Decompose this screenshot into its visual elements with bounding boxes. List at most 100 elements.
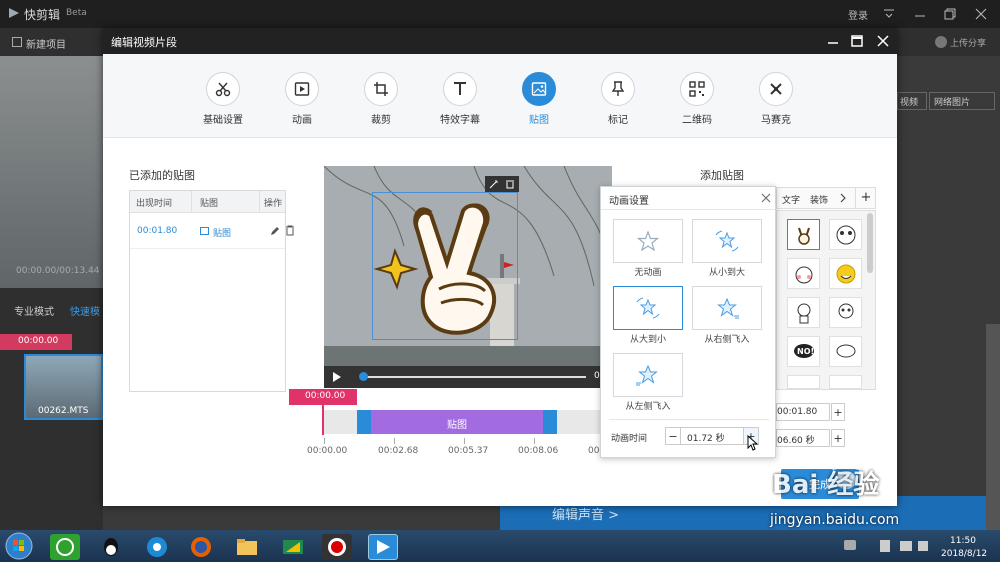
- right-scrollbar[interactable]: [986, 324, 1000, 530]
- col-sticker: 贴图: [200, 199, 219, 209]
- sticker-cat-face[interactable]: [787, 258, 820, 289]
- start-time-input[interactable]: 00:01.80: [776, 403, 830, 421]
- sticker-panda-face[interactable]: [829, 219, 862, 250]
- delete-trash-icon[interactable]: [285, 225, 295, 236]
- anim-duration-input[interactable]: 01.72 秒: [681, 427, 743, 445]
- anim-none-option[interactable]: [613, 219, 683, 263]
- anim-fly-left-option[interactable]: [613, 353, 683, 397]
- sticker-panda-body[interactable]: [829, 297, 862, 328]
- delete-sticker-icon[interactable]: [505, 179, 515, 189]
- firefox-icon[interactable]: [186, 534, 216, 560]
- network-icon[interactable]: [900, 541, 912, 551]
- tab-label: 标记: [608, 115, 628, 126]
- category-tab-text[interactable]: 文字: [782, 193, 800, 206]
- duration-input[interactable]: 06.60 秒: [776, 429, 830, 447]
- video-preview: [324, 166, 612, 388]
- sticker-partial[interactable]: [787, 375, 820, 389]
- start-button-icon[interactable]: [4, 532, 34, 560]
- text-icon: [443, 72, 477, 106]
- close-app-icon[interactable]: [975, 8, 987, 20]
- progress-track[interactable]: [364, 376, 586, 378]
- tab-animation[interactable]: 动画: [267, 72, 337, 126]
- progress-handle[interactable]: [359, 372, 368, 381]
- file-explorer-icon[interactable]: [232, 534, 262, 560]
- sticker-grid-scrollbar[interactable]: [867, 213, 873, 273]
- mode-pro-tab[interactable]: 专业模式: [14, 303, 54, 318]
- table-row[interactable]: 00:01.80 贴图: [130, 213, 285, 249]
- sticker-partial[interactable]: [829, 375, 862, 389]
- add-category-icon[interactable]: +: [855, 188, 876, 208]
- tab-crop[interactable]: 裁剪: [346, 72, 416, 126]
- clip-name: 00262.MTS: [38, 406, 89, 416]
- tab-basic-settings[interactable]: 基础设置: [188, 72, 258, 126]
- tab-mosaic[interactable]: 马赛克: [741, 72, 811, 126]
- mode-fast-tab[interactable]: 快速模: [70, 303, 100, 318]
- volume-icon[interactable]: [918, 541, 928, 551]
- upload-share-button[interactable]: 上传分享: [950, 36, 986, 49]
- sticker-clip[interactable]: 贴图: [357, 410, 557, 434]
- media-player-icon[interactable]: [142, 534, 172, 560]
- dialog-close-icon[interactable]: [877, 35, 889, 47]
- timeline-ticks: [324, 438, 600, 444]
- duration-plus-button[interactable]: +: [831, 429, 845, 447]
- sticker-selection-box[interactable]: [372, 192, 518, 340]
- sticker-speech-bubble[interactable]: [829, 336, 862, 367]
- screen-recorder-icon[interactable]: [322, 534, 352, 560]
- kuaijianji-taskbar-icon[interactable]: [368, 534, 398, 560]
- new-project-icon: [12, 37, 22, 47]
- anim-duration-minus-button[interactable]: −: [665, 427, 681, 445]
- time-display: 00:00.00/00:13.44: [16, 266, 100, 276]
- pin-icon: [601, 72, 635, 106]
- clip-end-handle[interactable]: [543, 410, 557, 434]
- minimize-icon[interactable]: [914, 8, 926, 20]
- anim-duration-label: 动画时间: [611, 434, 648, 444]
- flag-icon[interactable]: [880, 540, 890, 552]
- category-tab-decoration[interactable]: 装饰: [810, 193, 828, 206]
- tab-label: 动画: [292, 115, 312, 126]
- keyboard-icon[interactable]: [844, 540, 856, 550]
- menu-icon[interactable]: [883, 9, 895, 19]
- clip-start-handle[interactable]: [357, 410, 371, 434]
- timeline-cursor-badge[interactable]: 00:00.00: [289, 389, 357, 405]
- dialog-maximize-icon[interactable]: [851, 35, 863, 47]
- video-button[interactable]: 视频: [897, 92, 927, 110]
- clock-date: 2018/8/12: [941, 549, 988, 559]
- tick-label: 00:08.06: [518, 446, 559, 456]
- tab-text-effects[interactable]: 特效字幕: [425, 72, 495, 126]
- tab-label: 基础设置: [203, 115, 243, 126]
- sticker-no-bubble[interactable]: NO!: [787, 336, 820, 367]
- tab-qrcode[interactable]: 二维码: [662, 72, 732, 126]
- anim-big-to-small-option[interactable]: [613, 286, 683, 330]
- magic-wand-icon[interactable]: [489, 179, 499, 189]
- play-button-icon[interactable]: [332, 372, 342, 382]
- added-stickers-table: 出现时间 贴图 操作 00:01.80 贴图: [129, 190, 286, 392]
- tab-sticker[interactable]: 贴图: [504, 72, 574, 126]
- col-time: 出现时间: [136, 199, 173, 209]
- start-time-plus-button[interactable]: +: [831, 403, 845, 421]
- sticker-laugh-face[interactable]: [829, 258, 862, 289]
- mosaic-icon: [759, 72, 793, 106]
- tab-label: 二维码: [682, 115, 712, 126]
- tab-marker[interactable]: 标记: [583, 72, 653, 126]
- clip-thumbnail[interactable]: 00262.MTS: [24, 354, 103, 420]
- new-project-button[interactable]: 新建项目: [26, 36, 66, 51]
- popup-divider: [609, 419, 769, 420]
- popup-close-icon[interactable]: [761, 193, 771, 203]
- anim-small-to-big-option[interactable]: [692, 219, 762, 263]
- sticker-victory-hand[interactable]: [787, 219, 820, 250]
- edit-pencil-icon[interactable]: [270, 226, 280, 236]
- anim-option-label: 无动画: [634, 268, 662, 278]
- net-image-button[interactable]: 网络图片: [929, 92, 995, 110]
- qq-penguin-icon[interactable]: [96, 534, 126, 560]
- app-green-icon[interactable]: [278, 534, 308, 560]
- upload-icon: [935, 36, 947, 48]
- 360-browser-icon[interactable]: [50, 534, 80, 560]
- sticker-doodle-character[interactable]: [787, 297, 820, 328]
- login-link[interactable]: 登录: [848, 7, 868, 22]
- dialog-minimize-icon[interactable]: [827, 36, 839, 48]
- restore-icon[interactable]: [944, 8, 956, 20]
- sticker-grid: NO!: [776, 210, 876, 390]
- chevron-right-icon[interactable]: [839, 193, 847, 203]
- animation-settings-popup: 动画设置 无动画 从小到大 从大到小 从右侧飞入 从左侧飞入 动画时间 − 01…: [600, 186, 776, 458]
- anim-fly-right-option[interactable]: [692, 286, 762, 330]
